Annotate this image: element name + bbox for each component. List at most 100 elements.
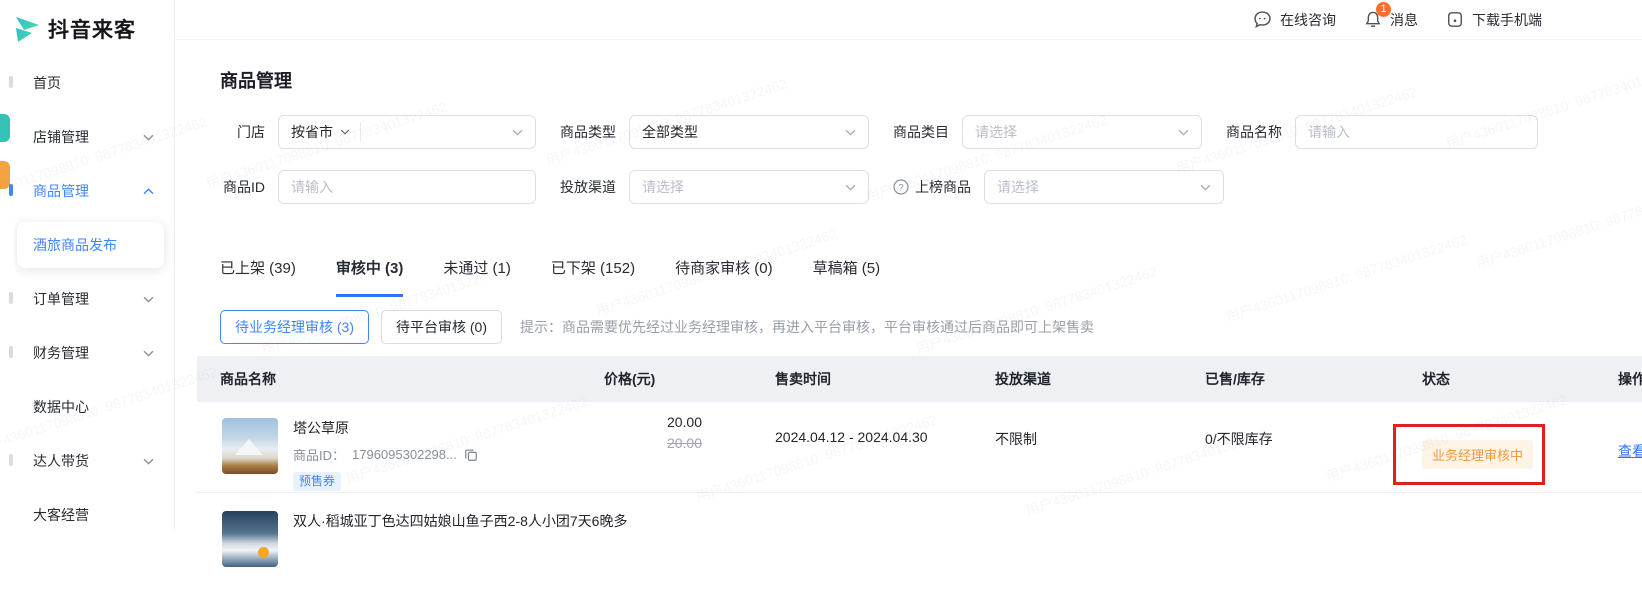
download-app-button[interactable]: 下载手机端 [1445, 9, 1542, 30]
chevron-down-icon [1200, 184, 1211, 191]
presale-coupon-tag: 预售券 [293, 472, 341, 491]
col-header-channel: 投放渠道 [972, 369, 1182, 389]
online-service-label: 在线咨询 [1280, 10, 1336, 30]
category-select[interactable]: 请选择 [962, 115, 1202, 149]
sidebar-item-label: 订单管理 [33, 289, 143, 309]
tab-off-shelf[interactable]: 已下架 (152) [551, 257, 635, 297]
sidebar-item-key-account[interactable]: 大客经营 [14, 488, 174, 542]
messages-label: 消息 [1390, 10, 1418, 30]
product-title: 塔公草原 [293, 418, 478, 438]
table-row: 双人·稻城亚丁色达四姑娘山鱼子西2-8人小团7天6晚多 [197, 493, 1642, 613]
tab-under-review[interactable]: 审核中 (3) [336, 257, 404, 297]
channel-select[interactable]: 请选择 [629, 170, 869, 204]
filter-row-2: 商品ID 投放渠道 请选择 ? 上榜商品 请选择 [220, 170, 1642, 204]
sun-shape [258, 547, 269, 558]
price-cell: 20.00 20.00 [581, 402, 752, 492]
view-link[interactable]: 查看 [1618, 443, 1642, 459]
product-thumbnail [222, 418, 278, 474]
copy-icon[interactable] [464, 448, 478, 462]
status-cell: 业务经理审核中 [1399, 402, 1595, 492]
online-service-button[interactable]: 在线咨询 [1252, 9, 1336, 30]
product-name-input[interactable] [1295, 115, 1538, 149]
product-id-prefix: 商品ID： [293, 445, 345, 464]
chevron-down-icon [361, 129, 535, 136]
product-type-select[interactable]: 全部类型 [629, 115, 869, 149]
sidebar-item-label: 达人带货 [33, 451, 143, 471]
col-header-name: 商品名称 [197, 369, 581, 389]
ranked-select[interactable]: 请选择 [984, 170, 1224, 204]
chevron-down-icon [143, 296, 154, 303]
rail-tick [9, 76, 13, 88]
chevron-down-icon [340, 129, 350, 135]
product-type-value: 全部类型 [642, 122, 698, 142]
sidebar-item-store-management[interactable]: 店铺管理 [14, 110, 174, 164]
product-title: 双人·稻城亚丁色达四姑娘山鱼子西2-8人小团7天6晚多 [293, 511, 593, 531]
question-circle-icon[interactable]: ? [893, 179, 909, 195]
product-info: 双人·稻城亚丁色达四姑娘山鱼子西2-8人小团7天6晚多 [293, 511, 593, 613]
sale-time-cell: 2024.04.12 - 2024.04.30 [752, 402, 972, 492]
sidebar-item-finance-management[interactable]: 财务管理 [14, 326, 174, 380]
download-app-label: 下载手机端 [1472, 10, 1542, 30]
review-hint-text: 提示：商品需要优先经过业务经理审核，再进入平台审核，平台审核通过后商品即可上架售… [520, 317, 1094, 337]
page-title: 商品管理 [220, 67, 1642, 93]
sidebar-item-home[interactable]: 首页 [14, 56, 174, 110]
tab-on-shelf[interactable]: 已上架 (39) [220, 257, 296, 297]
original-price: 20.00 [581, 435, 702, 451]
messages-count-badge: 1 [1376, 2, 1391, 17]
current-price: 20.00 [581, 414, 702, 430]
filter-panel: 门店 按省市 商品类型 全部类型 商品类目 [220, 115, 1642, 204]
chevron-down-icon [845, 184, 856, 191]
sidebar-item-label: 大客经营 [33, 505, 154, 525]
sidebar-item-product-management[interactable]: 商品管理 [14, 164, 174, 218]
review-subfilter: 待业务经理审核 (3) 待平台审核 (0) 提示：商品需要优先经过业务经理审核，… [220, 310, 1642, 344]
bell-icon: 1 [1363, 9, 1383, 30]
sidebar-item-label: 店铺管理 [33, 127, 143, 147]
product-cell: 双人·稻城亚丁色达四姑娘山鱼子西2-8人小团7天6晚多 [197, 493, 581, 613]
sidebar-subitem-label: 酒旅商品发布 [33, 235, 117, 255]
ranked-placeholder: 请选择 [997, 177, 1039, 197]
pending-platform-review-button[interactable]: 待平台审核 (0) [381, 310, 502, 344]
sidebar: 抖音来客 首页 店铺管理 商品管理 酒旅商品发布 订单管理 财务管理 [14, 0, 175, 529]
sidebar-item-data-center[interactable]: 数据中心 [14, 380, 174, 434]
svg-text:?: ? [898, 182, 903, 193]
main-area: 在线咨询 1 消息 下载手机端 商品管理 [175, 0, 1642, 529]
channel-placeholder: 请选择 [642, 177, 684, 197]
sidebar-item-order-management[interactable]: 订单管理 [14, 272, 174, 326]
status-badge: 业务经理审核中 [1422, 440, 1533, 469]
store-mode-select[interactable]: 按省市 [279, 122, 360, 142]
product-id-line: 商品ID： 1796095302298... [293, 445, 478, 464]
phone-icon [1445, 9, 1465, 30]
sidebar-item-hotel-travel-product-publish[interactable]: 酒旅商品发布 [17, 222, 164, 268]
content: 商品管理 门店 按省市 商品类型 全部类型 [175, 40, 1642, 613]
pending-manager-review-button[interactable]: 待业务经理审核 (3) [220, 310, 369, 344]
sold-stock-cell: 0/不限库存 [1182, 402, 1399, 492]
status-tabs: 已上架 (39) 审核中 (3) 未通过 (1) 已下架 (152) 待商家审核… [220, 257, 1642, 297]
product-thumbnail [222, 511, 278, 567]
action-cell: 查看 [1595, 402, 1642, 492]
filter-row-1: 门店 按省市 商品类型 全部类型 商品类目 [220, 115, 1642, 149]
table-header: 商品名称 价格(元) 售卖时间 投放渠道 已售/库存 状态 操作 [197, 356, 1642, 402]
tab-rejected[interactable]: 未通过 (1) [443, 257, 511, 297]
sidebar-nav: 首页 店铺管理 商品管理 酒旅商品发布 订单管理 财务管理 [14, 56, 174, 542]
col-header-status: 状态 [1399, 369, 1595, 389]
mountain-shape [235, 439, 263, 455]
sidebar-item-label: 商品管理 [33, 181, 143, 201]
messages-button[interactable]: 1 消息 [1363, 9, 1418, 30]
topbar: 在线咨询 1 消息 下载手机端 [175, 0, 1642, 40]
store-select[interactable]: 按省市 [278, 115, 536, 149]
sidebar-item-label: 财务管理 [33, 343, 143, 363]
rail-tick [9, 346, 13, 358]
table-row: 塔公草原 商品ID： 1796095302298... 预售券 [197, 402, 1642, 493]
product-id-value: 1796095302298... [352, 447, 457, 462]
channel-filter-label: 投放渠道 [560, 177, 616, 197]
chevron-down-icon [143, 134, 154, 141]
tab-pending-merchant-review[interactable]: 待商家审核 (0) [675, 257, 773, 297]
product-table: 商品名称 价格(元) 售卖时间 投放渠道 已售/库存 状态 操作 塔公草原 商品… [197, 356, 1642, 613]
chevron-down-icon [1178, 129, 1189, 136]
sidebar-item-influencer-sales[interactable]: 达人带货 [14, 434, 174, 488]
brand-logo-icon [16, 15, 42, 43]
store-mode-value: 按省市 [291, 122, 333, 142]
chevron-up-icon [143, 188, 154, 195]
product-id-input[interactable] [278, 170, 536, 204]
tab-drafts[interactable]: 草稿箱 (5) [813, 257, 881, 297]
